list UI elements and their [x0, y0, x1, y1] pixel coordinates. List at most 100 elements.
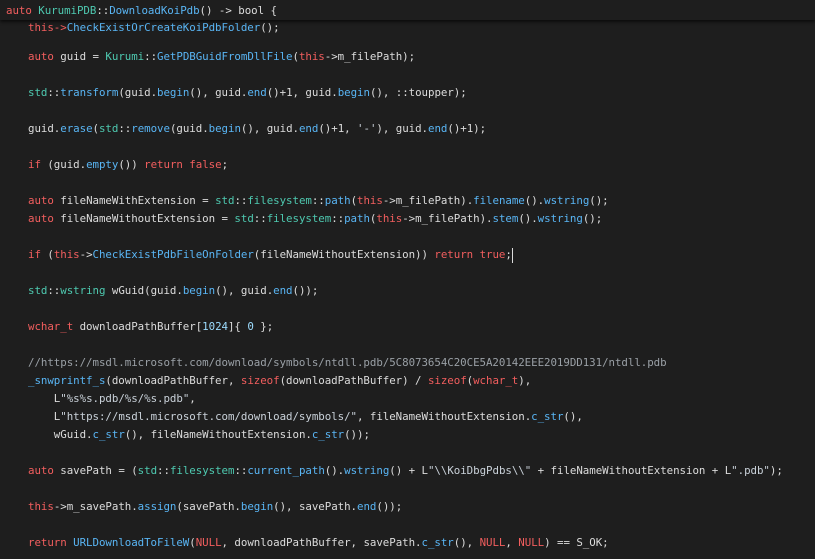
code-token-default: , — [505, 536, 519, 549]
code-token-type: wstring — [60, 284, 106, 297]
code-token-type: std — [137, 464, 158, 477]
code-token-default: ), — [518, 374, 532, 387]
code-token-keyword: this-> — [28, 21, 67, 34]
code-token-default: ( — [40, 248, 54, 261]
code-token-default: (guid. — [40, 158, 87, 171]
code-token-default: :: — [311, 194, 325, 207]
code-token-default: ()); — [376, 500, 403, 513]
code-token-keyword: this — [28, 500, 54, 513]
code-token-function: CheckExistOrCreateKoiPdbFolder — [66, 21, 261, 34]
code-token-default: L — [28, 410, 61, 423]
code-token-default: ->m_filePath). — [382, 194, 474, 207]
code-editor[interactable]: auto KurumiPDB::DownloadKoiPdb() -> bool… — [0, 0, 815, 559]
code-line[interactable]: L"%s%s.pdb/%s/%s.pdb", — [28, 391, 196, 407]
code-token-default: () + L — [389, 464, 428, 477]
code-token-default: ()); — [344, 428, 370, 441]
code-line[interactable]: wchar_t downloadPathBuffer[1024]{ 0 }; — [28, 319, 273, 335]
code-token-keyword: wchar_t — [28, 320, 74, 333]
code-token-type: std — [28, 284, 48, 297]
code-token-type: filesystem — [247, 194, 312, 207]
code-token-default: (), — [453, 536, 480, 549]
code-token-default: }; — [253, 320, 274, 333]
code-token-default: guid = — [53, 50, 106, 63]
sticky-scope-header[interactable]: auto KurumiPDB::DownloadKoiPdb() -> bool… — [0, 0, 815, 20]
code-token-default: wGuid. — [28, 428, 93, 441]
code-token-default: :: — [47, 86, 61, 99]
code-token-keyword: true — [479, 248, 506, 261]
code-line[interactable]: auto guid = Kurumi::GetPDBGuidFromDllFil… — [28, 49, 415, 65]
code-token-default: + fileNameWithoutExtension + L — [531, 464, 732, 477]
code-token-default: :: — [331, 212, 345, 225]
code-token-function: URLDownloadToFileW — [73, 536, 190, 549]
code-token-function: assign — [137, 500, 177, 513]
code-line[interactable]: this->m_savePath.assign(savePath.begin()… — [28, 499, 402, 515]
code-token-function: GetPDBGuidFromDllFile — [157, 50, 293, 63]
code-token-default: :: — [144, 50, 158, 63]
code-line[interactable]: auto fileNameWithoutExtension = std::fil… — [28, 211, 602, 227]
code-line[interactable]: //https://msdl.microsoft.com/download/sy… — [28, 355, 667, 371]
code-token-function: begin — [337, 86, 370, 99]
code-token-function: end — [247, 86, 267, 99]
code-token-default: (). — [518, 212, 538, 225]
code-token-default: (guid. — [169, 122, 209, 135]
code-token-keyword: if — [28, 248, 41, 261]
code-line[interactable]: L"https://msdl.microsoft.com/download/sy… — [28, 409, 583, 425]
code-token-default: (). — [524, 194, 545, 207]
code-line[interactable]: if (guid.empty()) return false; — [28, 157, 228, 173]
code-token-function: end — [273, 284, 293, 297]
code-token-default: ), guid. — [376, 122, 429, 135]
code-token-default: ()) — [118, 158, 145, 171]
code-token-type: std — [28, 86, 48, 99]
code-token-default: ->m_savePath. — [53, 500, 138, 513]
code-line[interactable]: guid.erase(std::remove(guid.begin(), gui… — [28, 121, 486, 137]
code-token-default: fileNameWithExtension = — [53, 194, 216, 207]
code-token-default: (), ::toupper); — [369, 86, 467, 99]
code-token-function: erase — [60, 122, 93, 135]
code-token-function: transform — [60, 86, 119, 99]
code-token-default: :: — [157, 464, 170, 477]
text-cursor — [511, 247, 513, 263]
code-line[interactable]: return URLDownloadToFileW(NULL, download… — [28, 535, 609, 551]
code-token-keyword: auto — [28, 50, 54, 63]
code-line[interactable]: auto savePath = (std::filesystem::curren… — [28, 463, 783, 479]
code-token-keyword: return — [144, 158, 183, 171]
code-token-default: (); — [582, 212, 603, 225]
code-token-default: L — [28, 392, 61, 405]
code-token-type: Kurumi — [105, 50, 145, 63]
code-token-function: begin — [157, 86, 190, 99]
code-token-default: () -> bool { — [199, 4, 277, 17]
code-token-keyword: auto — [28, 464, 54, 477]
code-token-function: empty — [86, 158, 119, 171]
code-token-default: (downloadPathBuffer) / — [279, 374, 428, 387]
code-token-keyword: this — [357, 194, 383, 207]
code-token-type: filesystem — [266, 212, 332, 225]
code-token-function: end — [428, 122, 448, 135]
code-token-default: -> — [79, 248, 93, 261]
code-line-partial[interactable]: this->CheckExistOrCreateKoiPdbFolder(); — [28, 20, 280, 36]
code-token-default: (), guid. — [189, 86, 248, 99]
code-token-string: '-' — [357, 122, 377, 135]
code-token-keyword: auto — [28, 194, 54, 207]
code-token-default: (fileNameWithoutExtension)) — [253, 248, 435, 261]
code-line[interactable]: auto fileNameWithExtension = std::filesy… — [28, 193, 609, 209]
code-token-keyword: NULL — [518, 536, 545, 549]
code-line[interactable]: std::wstring wGuid(guid.begin(), guid.en… — [28, 283, 318, 299]
code-token-type: std — [234, 212, 254, 225]
code-token-keyword: auto — [6, 4, 39, 17]
code-line[interactable]: wGuid.c_str(), fileNameWithoutExtension.… — [28, 427, 370, 443]
code-token-function: c_str — [531, 410, 564, 423]
code-token-keyword: return — [434, 248, 474, 261]
code-token-function: filename — [473, 194, 525, 207]
code-token-default: ->m_filePath); — [324, 50, 416, 63]
code-token-default: ()+1); — [447, 122, 487, 135]
code-line[interactable]: _snwprintf_s(downloadPathBuffer, sizeof(… — [28, 373, 531, 389]
code-line[interactable]: std::transform(guid.begin(), guid.end()+… — [28, 85, 467, 101]
code-token-function: end — [357, 500, 377, 513]
code-token-comment: //https://msdl.microsoft.com/download/sy… — [28, 356, 667, 369]
code-token-string: "https://msdl.microsoft.com/download/sym… — [60, 410, 357, 423]
code-token-default: :: — [234, 464, 248, 477]
code-token-default: downloadPathBuffer[ — [73, 320, 203, 333]
code-line[interactable]: if (this->CheckExistPdbFileOnFolder(file… — [28, 247, 513, 263]
code-token-default: wGuid(guid. — [105, 284, 183, 297]
code-token-default: ()+1, guid. — [266, 86, 338, 99]
